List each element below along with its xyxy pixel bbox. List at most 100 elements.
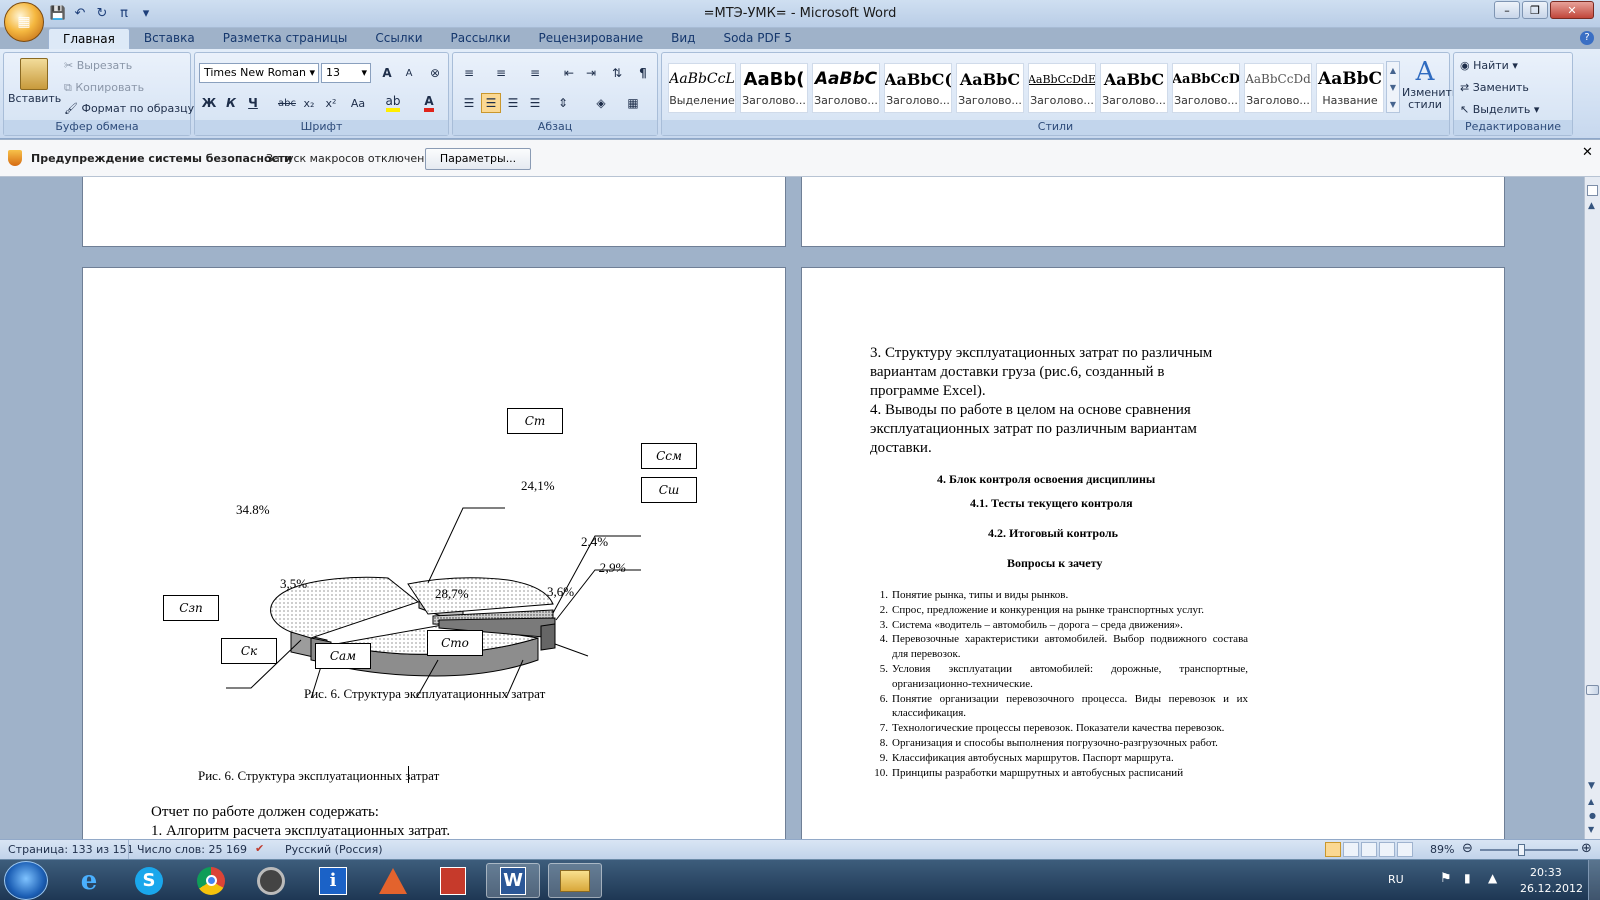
zoom-in-icon[interactable]: ⊕ — [1581, 841, 1592, 856]
next-page-icon[interactable]: ▼ — [1588, 825, 1594, 834]
browse-object-icon[interactable]: ● — [1589, 811, 1596, 820]
underline-button[interactable]: Ч — [243, 93, 263, 113]
cut-button[interactable]: ✂ Вырезать — [64, 59, 132, 72]
shrink-font-button[interactable]: A — [399, 63, 419, 83]
word-count-status[interactable]: Число слов: 25 169 — [137, 843, 247, 856]
style-title[interactable]: AaBbC Название — [1316, 63, 1384, 113]
clear-formatting-button[interactable]: ⊗ — [425, 63, 445, 83]
clock-date[interactable]: 26.12.2012 — [1520, 882, 1583, 895]
tab-review[interactable]: Рецензирование — [525, 28, 658, 50]
page-count-status[interactable]: Страница: 133 из 151 — [8, 843, 134, 856]
decrease-indent-button[interactable]: ⇤ — [559, 63, 579, 83]
multilevel-list-button[interactable]: ≡ — [525, 63, 545, 83]
language-status[interactable]: Русский (Россия) — [285, 843, 383, 856]
previous-page-icon[interactable]: ▲ — [1588, 797, 1594, 806]
vertical-scrollbar[interactable]: ▲ ▼ ▲ ● ▼ — [1584, 177, 1600, 839]
styles-scroll[interactable]: ▲ ▼ ▼ — [1386, 61, 1400, 113]
page-right[interactable]: 3. Структуру эксплуатационных затрат по … — [801, 267, 1505, 839]
style-emphasis[interactable]: AaBbCcL Выделение — [668, 63, 736, 113]
sort-button[interactable]: ⇅ — [607, 63, 627, 83]
taskbar-info-app[interactable]: i — [306, 863, 360, 898]
minimize-button[interactable]: – — [1494, 1, 1520, 19]
tab-view[interactable]: Вид — [657, 28, 709, 50]
tab-page-layout[interactable]: Разметка страницы — [209, 28, 362, 50]
style-heading-4[interactable]: AaBbC Заголово... — [956, 63, 1024, 113]
align-right-button[interactable]: ☰ — [503, 93, 523, 113]
taskbar-internet-explorer[interactable]: e — [62, 863, 116, 898]
align-left-button[interactable]: ☰ — [459, 93, 479, 113]
maximize-button[interactable]: ❐ — [1522, 1, 1548, 19]
font-color-button[interactable]: A — [417, 93, 441, 113]
page-left[interactable]: Cт Cсм Cш Cто Cам Cк Cзп 34.8% 24,1% 2,4… — [82, 267, 786, 839]
tab-references[interactable]: Ссылки — [361, 28, 436, 50]
change-case-button[interactable]: Aa — [345, 93, 371, 113]
bold-button[interactable]: Ж — [199, 93, 219, 113]
show-desktop-button[interactable] — [1588, 860, 1600, 900]
highlight-button[interactable]: ab — [381, 93, 405, 113]
taskbar-matlab[interactable] — [366, 863, 420, 898]
zoom-out-icon[interactable]: ⊖ — [1462, 841, 1473, 856]
strikethrough-button[interactable]: abc — [277, 93, 297, 113]
outline-view-icon[interactable] — [1379, 842, 1395, 857]
close-security-bar-icon[interactable]: ✕ — [1582, 145, 1593, 160]
style-heading-7[interactable]: AaBbCcD Заголово... — [1172, 63, 1240, 113]
full-screen-view-icon[interactable] — [1343, 842, 1359, 857]
tab-home[interactable]: Главная — [48, 28, 130, 50]
zoom-slider-thumb[interactable] — [1518, 844, 1525, 856]
align-center-button[interactable]: ☰ — [481, 93, 501, 113]
ribbon-help-icon[interactable]: ? — [1580, 31, 1594, 45]
document-area[interactable]: Cт Cсм Cш Cто Cам Cк Cзп 34.8% 24,1% 2,4… — [0, 177, 1584, 839]
font-name-combo[interactable]: Times New Roman ▾ — [199, 63, 319, 83]
find-button[interactable]: ◉ Найти ▾ — [1460, 59, 1518, 72]
justify-button[interactable]: ☰ — [525, 93, 545, 113]
proofing-icon[interactable]: ✔ — [255, 842, 264, 855]
format-painter-button[interactable]: 🖌 Формат по образцу — [64, 102, 194, 115]
ruler-toggle-icon[interactable] — [1587, 185, 1598, 196]
taskbar-pdf-app[interactable] — [426, 863, 480, 898]
italic-button[interactable]: К — [221, 93, 241, 113]
grow-font-button[interactable]: A — [377, 63, 397, 83]
style-heading-5[interactable]: AaBbCcDdE Заголово... — [1028, 63, 1096, 113]
scroll-up-icon[interactable]: ▲ — [1588, 201, 1595, 211]
zoom-slider[interactable] — [1480, 849, 1578, 851]
scroll-down-icon[interactable]: ▼ — [1588, 781, 1595, 791]
borders-button[interactable]: ▦ — [623, 93, 643, 113]
change-styles-button[interactable]: A Изменить стили — [1402, 57, 1458, 117]
taskbar-skype[interactable]: S — [122, 863, 176, 898]
style-heading-6[interactable]: AaBbC Заголово... — [1100, 63, 1168, 113]
options-button[interactable]: Параметры... — [425, 148, 531, 170]
tab-mailings[interactable]: Рассылки — [437, 28, 525, 50]
zoom-level[interactable]: 89% — [1430, 843, 1454, 856]
taskbar-chrome[interactable] — [184, 863, 238, 898]
battery-icon[interactable]: ▮ — [1464, 871, 1471, 885]
action-center-flag-icon[interactable]: ⚑ — [1440, 871, 1452, 886]
tab-insert[interactable]: Вставка — [130, 28, 209, 50]
taskbar-word[interactable]: W — [486, 863, 540, 898]
taskbar-media-player[interactable] — [244, 863, 298, 898]
show-marks-button[interactable]: ¶ — [633, 63, 653, 83]
replace-button[interactable]: ⇄ Заменить — [1460, 81, 1529, 94]
bullets-button[interactable]: ≡ — [459, 63, 479, 83]
select-button[interactable]: ↖ Выделить ▾ — [1460, 103, 1539, 116]
font-size-combo[interactable]: 13 ▾ — [321, 63, 371, 83]
line-spacing-button[interactable]: ⇕ — [553, 93, 573, 113]
style-heading-8[interactable]: AaBbCcDd Заголово... — [1244, 63, 1312, 113]
scroll-thumb[interactable] — [1586, 685, 1599, 695]
shading-button[interactable]: ◈ — [591, 93, 611, 113]
print-layout-view-icon[interactable] — [1325, 842, 1341, 857]
style-heading-3[interactable]: AaBbC(Заголово... — [884, 63, 952, 113]
style-heading-1[interactable]: AaBb(Заголово... — [740, 63, 808, 113]
office-button[interactable]: ▦ — [4, 2, 44, 42]
paste-button[interactable]: Вставить — [8, 55, 61, 117]
tab-soda-pdf[interactable]: Soda PDF 5 — [709, 28, 806, 50]
superscript-button[interactable]: x² — [321, 93, 341, 113]
signal-icon[interactable]: ▲ — [1488, 871, 1497, 885]
draft-view-icon[interactable] — [1397, 842, 1413, 857]
subscript-button[interactable]: x₂ — [299, 93, 319, 113]
copy-button[interactable]: ⧉ Копировать — [64, 81, 144, 95]
numbering-button[interactable]: ≡ — [491, 63, 511, 83]
clock-time[interactable]: 20:33 — [1530, 866, 1562, 879]
web-layout-view-icon[interactable] — [1361, 842, 1377, 857]
language-indicator[interactable]: RU — [1388, 873, 1404, 886]
style-heading-2[interactable]: AaBbC Заголово... — [812, 63, 880, 113]
